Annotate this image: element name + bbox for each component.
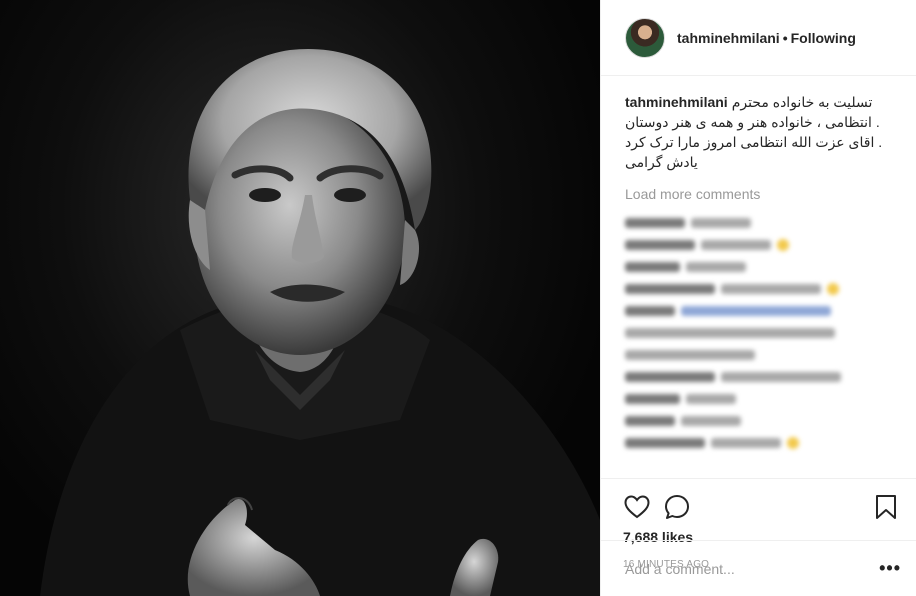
post-photo[interactable] (0, 0, 600, 596)
post-header: tahminehmilani • Following (601, 0, 916, 76)
caption-line-1: تسلیت به خانواده محترم (731, 94, 873, 110)
comments-section: tahminehmilani تسلیت به خانواده محترم . … (601, 76, 916, 478)
blurred-comments-list (625, 212, 904, 454)
list-item (625, 234, 904, 256)
instagram-post: tahminehmilani • Following tahminehmilani … (0, 0, 916, 596)
following-button[interactable]: Following (791, 30, 856, 46)
list-item (625, 278, 904, 300)
list-item (625, 256, 904, 278)
list-item (625, 212, 904, 234)
action-icons (623, 487, 900, 527)
list-item (625, 388, 904, 410)
caption-line-3: . اقای عزت الله انتظامی امروز مارا ترک ک… (625, 134, 883, 150)
header-username[interactable]: tahminehmilani (677, 30, 780, 46)
post-caption: tahminehmilani تسلیت به خانواده محترم . … (625, 92, 904, 172)
post-details-panel: tahminehmilani • Following tahminehmilani … (600, 0, 916, 596)
caption-line-2: . انتظامی ، خانواده هنر و همه ی هنر دوست… (625, 114, 880, 130)
add-comment-bar: ••• (601, 540, 916, 596)
list-item (625, 366, 904, 388)
comment-input[interactable] (625, 560, 880, 577)
caption-username[interactable]: tahminehmilani (625, 92, 728, 112)
list-item (625, 410, 904, 432)
comment-bubble-icon[interactable] (663, 493, 691, 521)
list-item (625, 432, 904, 454)
bookmark-icon[interactable] (872, 493, 900, 521)
list-item (625, 344, 904, 366)
more-options-button[interactable]: ••• (879, 558, 901, 579)
load-more-comments-link[interactable]: Load more comments (625, 186, 904, 202)
list-item (625, 322, 904, 344)
caption-first-line: tahminehmilani تسلیت به خانواده محترم (625, 92, 904, 112)
list-item (625, 300, 904, 322)
header-text: tahminehmilani • Following (677, 30, 856, 46)
header-separator: • (782, 29, 788, 46)
profile-avatar[interactable] (625, 17, 665, 58)
portrait-image (40, 48, 600, 596)
heart-icon[interactable] (623, 493, 651, 521)
caption-line-4: یادش گرامی (625, 154, 698, 170)
